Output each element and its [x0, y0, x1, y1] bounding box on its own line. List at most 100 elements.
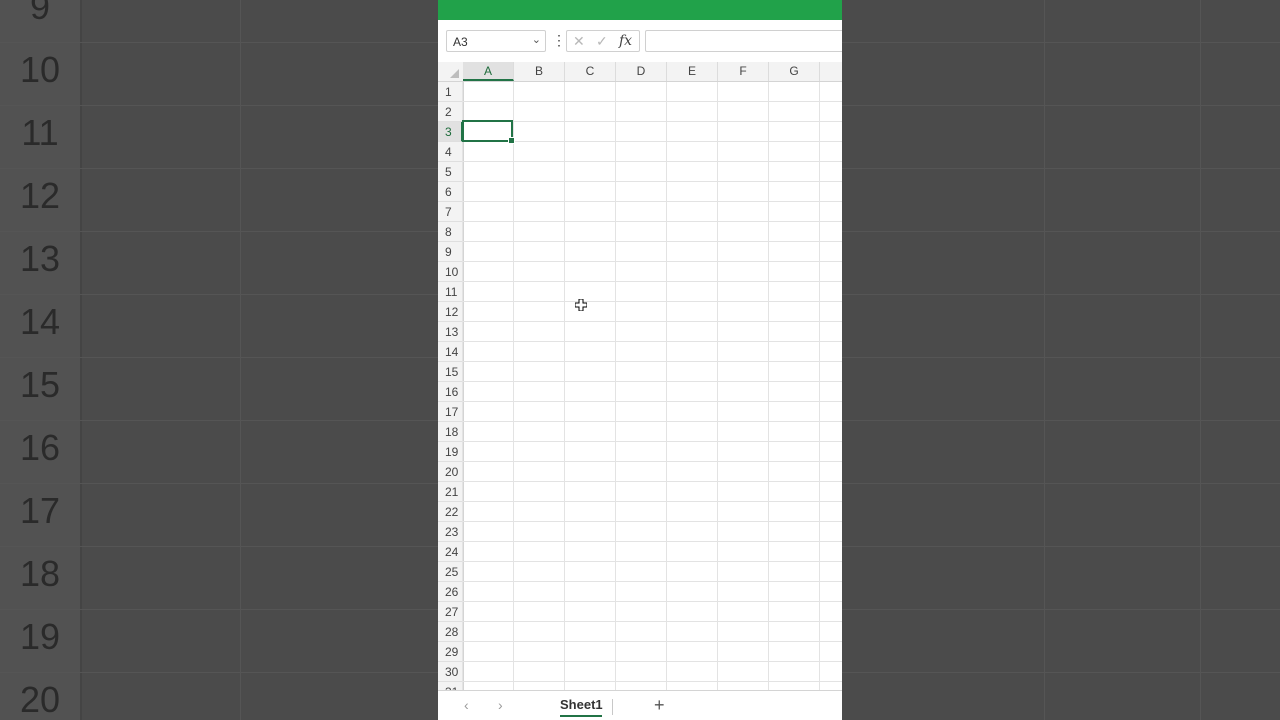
- title-bar: [438, 0, 842, 20]
- column-header-d[interactable]: D: [616, 62, 667, 81]
- gridline-column: [819, 82, 820, 690]
- gridline-row: [463, 681, 842, 682]
- background-row-number: 11: [21, 112, 59, 153]
- background-row-number: 10: [19, 49, 61, 90]
- row-header-19[interactable]: 19: [438, 442, 463, 462]
- background-row-number: 15: [19, 364, 61, 405]
- name-box[interactable]: A3 ⌄: [446, 30, 546, 52]
- gridline-row: [463, 661, 842, 662]
- chevron-left-icon[interactable]: ‹: [464, 697, 469, 713]
- background-row-number: 14: [19, 301, 61, 342]
- row-header-11[interactable]: 11: [438, 282, 463, 302]
- column-header-g[interactable]: G: [769, 62, 820, 81]
- row-header-22[interactable]: 22: [438, 502, 463, 522]
- row-header-16[interactable]: 16: [438, 382, 463, 402]
- gridline-row: [463, 261, 842, 262]
- row-header-14[interactable]: 14: [438, 342, 463, 362]
- row-header-3[interactable]: 3: [438, 122, 463, 142]
- gridline-column: [462, 82, 463, 690]
- gridline-row: [463, 161, 842, 162]
- row-header-27[interactable]: 27: [438, 602, 463, 622]
- row-header-17[interactable]: 17: [438, 402, 463, 422]
- gridline-row: [463, 181, 842, 182]
- row-header-29[interactable]: 29: [438, 642, 463, 662]
- row-header-1[interactable]: 1: [438, 82, 463, 102]
- row-header-7[interactable]: 7: [438, 202, 463, 222]
- gridline-column: [666, 82, 667, 690]
- chevron-down-icon[interactable]: ⌄: [532, 33, 541, 46]
- row-header-2[interactable]: 2: [438, 102, 463, 122]
- gridline-row: [463, 501, 842, 502]
- cross-cursor-icon: [575, 299, 587, 311]
- gridline-row: [463, 401, 842, 402]
- spreadsheet-window: A3 ⌄ ⋮ ✕ ✓ fx ABCDEFG 1 2 3 4 5 6 7 8 9 10 11 12 13 1…: [438, 0, 842, 720]
- name-box-value: A3: [453, 35, 468, 49]
- active-cell[interactable]: [462, 120, 515, 144]
- row-header-21[interactable]: 21: [438, 482, 463, 502]
- row-header-24[interactable]: 24: [438, 542, 463, 562]
- gridline-row: [463, 221, 842, 222]
- gridline-row: [463, 121, 842, 122]
- tab-divider: [612, 699, 613, 715]
- plus-icon[interactable]: +: [654, 695, 665, 716]
- sheet-tab-underline: [560, 715, 602, 717]
- gridline-row: [463, 361, 842, 362]
- gridline-row: [463, 381, 842, 382]
- gridline-row: [463, 521, 842, 522]
- gridline-row: [463, 421, 842, 422]
- sheet-tab[interactable]: Sheet1: [560, 697, 603, 712]
- gridline-row: [463, 241, 842, 242]
- check-icon[interactable]: ✓: [596, 33, 608, 50]
- gridline-column: [768, 82, 769, 690]
- row-header-5[interactable]: 5: [438, 162, 463, 182]
- gridline-row: [463, 561, 842, 562]
- grid: 1 2 3 4 5 6 7 8 9 10 11 12 13 14 15 16 17 18 19 20 21 22 23 24 2…: [438, 82, 842, 702]
- gridline-row: [463, 601, 842, 602]
- gridline-column: [513, 82, 514, 690]
- row-header-28[interactable]: 28: [438, 622, 463, 642]
- formula-input[interactable]: [645, 30, 842, 52]
- row-header-20[interactable]: 20: [438, 462, 463, 482]
- column-header-f[interactable]: F: [718, 62, 769, 81]
- gridline-row: [463, 621, 842, 622]
- row-header-25[interactable]: 25: [438, 562, 463, 582]
- row-header-10[interactable]: 10: [438, 262, 463, 282]
- background-row-number: 13: [19, 238, 61, 279]
- background-row-header: [0, 0, 82, 720]
- vertical-ellipsis-icon[interactable]: ⋮: [552, 32, 566, 49]
- row-header-15[interactable]: 15: [438, 362, 463, 382]
- row-header-4[interactable]: 4: [438, 142, 463, 162]
- row-header-13[interactable]: 13: [438, 322, 463, 342]
- column-header-c[interactable]: C: [565, 62, 616, 81]
- chevron-right-icon[interactable]: ›: [498, 697, 503, 713]
- background-row-number: 12: [19, 175, 61, 216]
- gridline-column: [717, 82, 718, 690]
- row-header-23[interactable]: 23: [438, 522, 463, 542]
- gridline-row: [463, 281, 842, 282]
- row-header-6[interactable]: 6: [438, 182, 463, 202]
- select-all-corner[interactable]: [438, 62, 463, 81]
- formula-buttons: ✕ ✓ fx: [566, 30, 640, 52]
- row-header-30[interactable]: 30: [438, 662, 463, 682]
- column-header-a[interactable]: A: [463, 62, 514, 81]
- gridline-row: [463, 201, 842, 202]
- gridline-row: [463, 141, 842, 142]
- gridline-row: [463, 461, 842, 462]
- column-header-b[interactable]: B: [514, 62, 565, 81]
- row-header-26[interactable]: 26: [438, 582, 463, 602]
- gridline-row: [463, 541, 842, 542]
- row-header-8[interactable]: 8: [438, 222, 463, 242]
- gridline-row: [463, 481, 842, 482]
- gridline-row: [463, 321, 842, 322]
- close-icon[interactable]: ✕: [573, 33, 585, 50]
- row-header-12[interactable]: 12: [438, 302, 463, 322]
- row-header-18[interactable]: 18: [438, 422, 463, 442]
- gridline-row: [463, 641, 842, 642]
- background-row-number: 18: [19, 553, 61, 594]
- gridline-row: [463, 341, 842, 342]
- background-row-number: 17: [19, 490, 61, 531]
- gridline-row: [463, 301, 842, 302]
- fx-icon[interactable]: fx: [619, 33, 632, 49]
- column-header-e[interactable]: E: [667, 62, 718, 81]
- row-header-9[interactable]: 9: [438, 242, 463, 262]
